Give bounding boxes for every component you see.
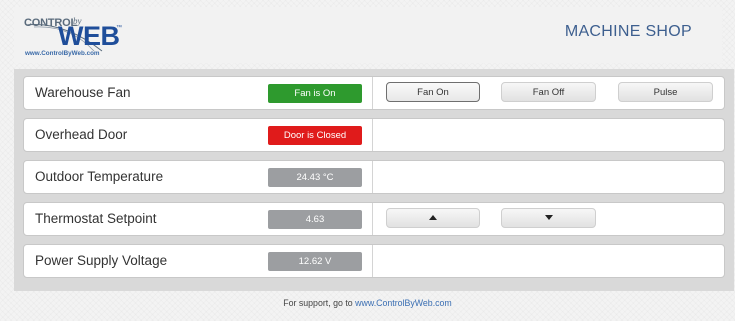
triangle-up-icon bbox=[429, 214, 437, 220]
row-power-supply-voltage: Power Supply Voltage 12.62 V bbox=[23, 244, 725, 278]
footer-text: For support, go to bbox=[283, 298, 356, 308]
support-link[interactable]: www.ControlByWeb.com bbox=[355, 298, 452, 308]
door-status-badge: Door is Closed bbox=[268, 126, 362, 145]
controlbyweb-logo[interactable]: CONTROL by WEB ™ www.ControlByWeb.com bbox=[24, 11, 142, 59]
row-divider bbox=[372, 245, 373, 277]
header: CONTROL by WEB ™ www.ControlByWeb.com MA… bbox=[14, 7, 722, 63]
row-outdoor-temperature: Outdoor Temperature 24.43 °C bbox=[23, 160, 725, 194]
logo-text-web: WEB bbox=[58, 21, 120, 51]
pulse-button[interactable]: Pulse bbox=[618, 82, 713, 102]
setpoint-increase-button[interactable] bbox=[386, 208, 480, 228]
row-divider bbox=[372, 119, 373, 151]
fan-off-button[interactable]: Fan Off bbox=[501, 82, 596, 102]
row-label: Outdoor Temperature bbox=[35, 169, 164, 184]
page-title: MACHINE SHOP bbox=[564, 23, 692, 40]
triangle-down-icon bbox=[544, 214, 553, 220]
temperature-readout: 24.43 °C bbox=[268, 168, 362, 187]
page: CONTROL by WEB ™ www.ControlByWeb.com MA… bbox=[0, 0, 735, 321]
row-divider bbox=[372, 77, 373, 109]
row-label: Thermostat Setpoint bbox=[35, 211, 157, 226]
row-divider bbox=[372, 161, 373, 193]
row-divider bbox=[372, 203, 373, 235]
row-overhead-door: Overhead Door Door is Closed bbox=[23, 118, 725, 152]
row-label: Overhead Door bbox=[35, 127, 128, 142]
fan-on-button[interactable]: Fan On bbox=[386, 82, 480, 102]
fan-status-badge: Fan is On bbox=[268, 84, 362, 103]
setpoint-readout: 4.63 bbox=[268, 210, 362, 229]
row-label: Power Supply Voltage bbox=[35, 253, 168, 268]
support-footer: For support, go to www.ControlByWeb.com bbox=[0, 298, 735, 308]
row-warehouse-fan: Warehouse Fan Fan is On Fan On Fan Off P… bbox=[23, 76, 725, 110]
logo-url: www.ControlByWeb.com bbox=[25, 50, 100, 57]
row-thermostat-setpoint: Thermostat Setpoint 4.63 bbox=[23, 202, 725, 236]
row-label: Warehouse Fan bbox=[35, 85, 131, 100]
voltage-readout: 12.62 V bbox=[268, 252, 362, 271]
logo-trademark: ™ bbox=[116, 25, 122, 31]
setpoint-decrease-button[interactable] bbox=[501, 208, 596, 228]
control-panel: Warehouse Fan Fan is On Fan On Fan Off P… bbox=[14, 69, 734, 291]
